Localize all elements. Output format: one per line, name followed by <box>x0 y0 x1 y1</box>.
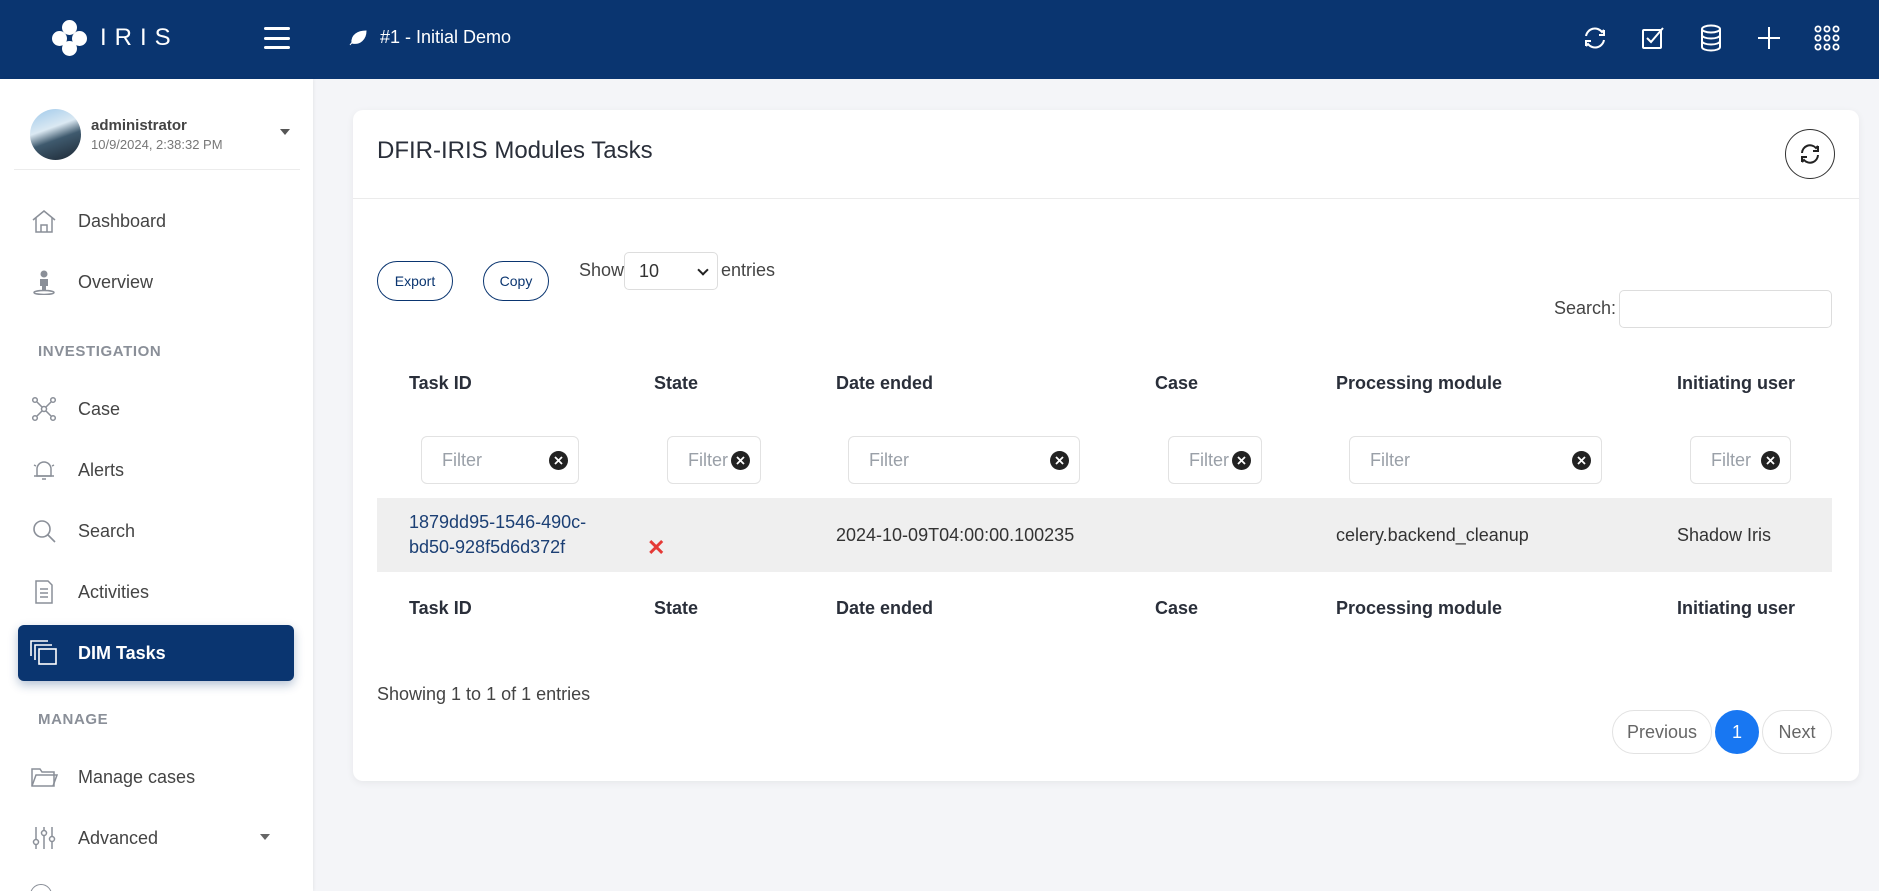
filter-initiating-user[interactable]: Filter <box>1690 436 1791 484</box>
sidebar-item-label: Dashboard <box>78 210 167 231</box>
page-title: DFIR-IRIS Modules Tasks <box>377 137 653 164</box>
footer-header-processing-module: Processing module <box>1336 598 1503 618</box>
page-size-select[interactable]: 10 <box>624 252 718 290</box>
case-title-label: #1 - Initial Demo <box>380 27 512 47</box>
top-navbar: IRIS #1 - Initial Demo <box>0 0 1879 79</box>
refresh-icon <box>1801 144 1819 164</box>
filter-state[interactable]: Filter <box>667 436 761 484</box>
column-header-state[interactable]: State <box>654 373 698 394</box>
column-header-case[interactable]: Case <box>1155 373 1198 394</box>
checkbox-icon[interactable] <box>1639 22 1667 54</box>
column-header-initiating-user[interactable]: Initiating user <box>1677 373 1795 394</box>
menu-toggle-icon[interactable] <box>264 27 290 49</box>
sidebar-item-search[interactable]: Search <box>18 503 294 559</box>
card-header: DFIR-IRIS Modules Tasks <box>353 110 1859 199</box>
current-case[interactable]: #1 - Initial Demo <box>348 27 511 48</box>
processing-module-cell: celery.backend_cleanup <box>1336 525 1529 545</box>
sidebar-item-overview[interactable]: Overview <box>18 254 294 310</box>
sidebar-item-label: Overview <box>78 271 154 292</box>
clear-filter-icon[interactable] <box>1761 451 1780 470</box>
sidebar-item-label: DIM Tasks <box>78 642 166 663</box>
table-row <box>377 498 1832 572</box>
avatar <box>30 108 81 160</box>
next-item-icon <box>30 884 54 891</box>
initiating-user-cell: Shadow Iris <box>1677 525 1772 545</box>
filter-case[interactable]: Filter <box>1168 436 1262 484</box>
chevron-down-icon <box>697 264 709 276</box>
date-ended-cell: 2024-10-09T04:00:00.100235 <box>836 525 1075 545</box>
iris-logo[interactable]: IRIS <box>52 20 179 56</box>
grid-icon[interactable] <box>1813 22 1841 54</box>
plus-icon[interactable] <box>1755 22 1783 54</box>
copy-button[interactable]: Copy <box>483 261 549 301</box>
footer-header-date-ended: Date ended <box>836 598 934 618</box>
document-icon <box>30 578 58 606</box>
page-1-button[interactable]: 1 <box>1715 710 1759 754</box>
previous-page-button[interactable]: Previous <box>1612 710 1712 754</box>
search-label: Search: <box>1554 298 1617 318</box>
logo-mark-icon <box>52 20 88 56</box>
clear-filter-icon[interactable] <box>1232 451 1251 470</box>
folder-icon <box>30 763 58 791</box>
footer-header-case: Case <box>1155 598 1199 618</box>
stack-icon <box>30 639 58 667</box>
sidebar-item-case[interactable]: Case <box>18 381 294 437</box>
clear-filter-icon[interactable] <box>1572 451 1591 470</box>
chevron-down-icon <box>260 834 270 840</box>
logo-text: IRIS <box>100 24 179 51</box>
footer-header-initiating-user: Initiating user <box>1677 598 1796 618</box>
page-size-value: 10 <box>639 260 660 281</box>
filter-task-id[interactable]: Filter <box>421 436 579 484</box>
home-icon <box>30 207 58 235</box>
network-icon <box>30 395 58 423</box>
task-id-link[interactable]: 1879dd95-1546-490c- bd50-928f5d6d372f <box>409 510 586 560</box>
column-header-date-ended[interactable]: Date ended <box>836 373 933 394</box>
refresh-button[interactable] <box>1785 129 1835 179</box>
column-header-processing-module[interactable]: Processing module <box>1336 373 1502 394</box>
sidebar-item-dim-tasks[interactable]: DIM Tasks <box>18 625 294 681</box>
database-icon[interactable] <box>1697 22 1725 54</box>
filter-date-ended[interactable]: Filter <box>848 436 1080 484</box>
sidebar-item-dashboard[interactable]: Dashboard <box>18 193 294 249</box>
next-page-button[interactable]: Next <box>1762 710 1832 754</box>
sidebar-item-manage-cases[interactable]: Manage cases <box>18 749 294 805</box>
section-investigation: INVESTIGATION <box>38 343 162 360</box>
sidebar-item-advanced[interactable]: Advanced <box>18 810 294 866</box>
filter-processing-module[interactable]: Filter <box>1349 436 1602 484</box>
sidebar-item-label: Manage cases <box>78 766 196 787</box>
sidebar-item-label: Advanced <box>78 827 159 848</box>
tasks-card: DFIR-IRIS Modules Tasks Export Copy Show… <box>353 110 1859 781</box>
user-panel[interactable]: administrator 10/9/2024, 2:38:32 PM <box>30 104 290 164</box>
sidebar-item-label: Search <box>78 520 136 541</box>
chevron-down-icon[interactable] <box>280 129 290 135</box>
column-header-task-id[interactable]: Task ID <box>409 373 472 394</box>
show-label: Show <box>579 260 625 280</box>
sliders-icon <box>30 824 58 852</box>
export-button[interactable]: Export <box>377 261 453 301</box>
search-input[interactable] <box>1619 290 1832 328</box>
sidebar-item-label: Activities <box>78 581 150 602</box>
sidebar-item-label: Case <box>78 398 121 419</box>
sidebar-item-activities[interactable]: Activities <box>18 564 294 620</box>
clear-filter-icon[interactable] <box>731 451 750 470</box>
search-icon <box>30 517 58 545</box>
sidebar-item-alerts[interactable]: Alerts <box>18 442 294 498</box>
sync-icon[interactable] <box>1581 22 1609 54</box>
state-failed-icon: ✕ <box>647 535 666 560</box>
section-manage: MANAGE <box>38 711 109 728</box>
divider <box>14 169 300 170</box>
user-name: administrator <box>91 116 187 134</box>
entries-label: entries <box>721 260 776 280</box>
clear-filter-icon[interactable] <box>1050 451 1069 470</box>
person-pin-icon <box>30 268 58 296</box>
table-info: Showing 1 to 1 of 1 entries <box>377 684 591 704</box>
leaf-icon <box>349 29 367 45</box>
footer-header-task-id: Task ID <box>409 598 472 618</box>
user-timestamp: 10/9/2024, 2:38:32 PM <box>91 136 223 152</box>
footer-header-state: State <box>654 598 699 618</box>
sidebar-item-label: Alerts <box>78 459 125 480</box>
clear-filter-icon[interactable] <box>549 451 568 470</box>
bell-icon <box>30 456 58 484</box>
sidebar: administrator 10/9/2024, 2:38:32 PM Dash… <box>0 79 313 891</box>
